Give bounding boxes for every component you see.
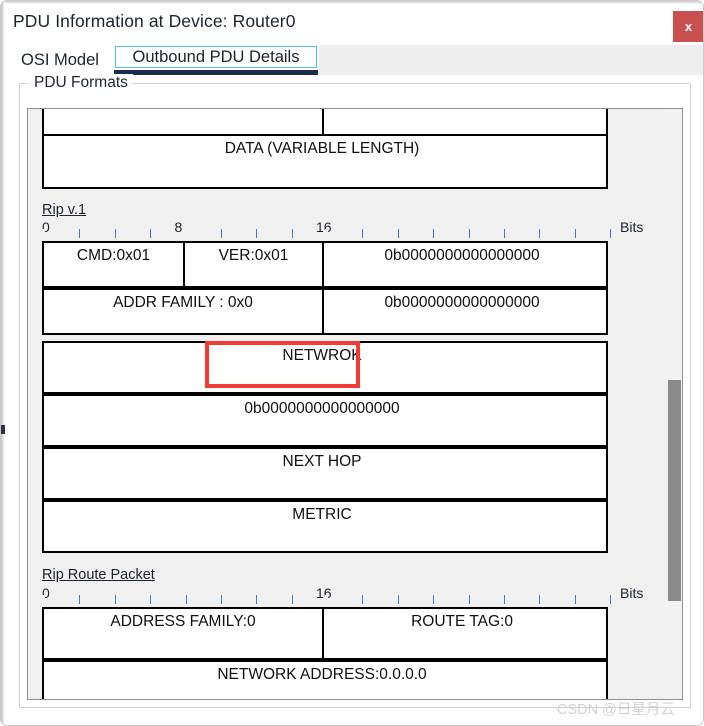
ruler-tick — [362, 229, 364, 238]
ruler-tick — [79, 595, 81, 604]
ruler-tick — [503, 595, 505, 604]
ruler-tick — [256, 595, 258, 604]
ruler-bits-label: Bits — [620, 219, 644, 235]
pdu-field-cell — [322, 109, 600, 136]
ruler-bits-label: Bits — [620, 585, 644, 601]
ruler-number-gap — [325, 229, 328, 238]
tab-outbound-pdu-details[interactable]: Outbound PDU Details — [113, 45, 319, 75]
ruler-tick — [433, 229, 435, 238]
ruler-tick — [185, 595, 187, 604]
ruler-tick — [220, 595, 222, 604]
ruler-tick — [291, 229, 293, 238]
pdu-field-cell: METRIC — [292, 506, 352, 523]
ruler-tick — [291, 595, 293, 604]
pdu-field-row: CMD:0x01 VER:0x01 0b0000000000000000 — [42, 241, 608, 288]
pdu-information-window: PDU Information at Device: Router0 x OSI… — [0, 0, 704, 726]
pdu-field-row: NETWORK ADDRESS:0.0.0.0 — [42, 660, 608, 699]
ruler-tick — [256, 229, 258, 238]
ruler-tick — [468, 595, 470, 604]
ruler-number-gap — [42, 595, 45, 604]
ruler-tick — [220, 229, 222, 238]
ruler-tick — [362, 595, 364, 604]
ruler-tick — [539, 595, 541, 604]
ruler-number-gap — [183, 229, 187, 238]
bit-ruler-rip-v1: 0 8 16 Bits — [42, 219, 668, 239]
pdu-field-row: METRIC — [42, 500, 608, 553]
pdu-field-cell: ADDR FAMILY : 0x0 — [113, 294, 253, 311]
section-label-rip-v1: Rip v.1 — [42, 202, 87, 218]
ruler-label-16: 16 — [316, 585, 332, 601]
pdu-field-cell: ROUTE TAG:0 — [322, 609, 600, 658]
ruler-tick — [433, 595, 435, 604]
ruler-tick — [539, 229, 541, 238]
ruler-tick — [114, 229, 116, 238]
pdu-field-cell — [44, 109, 322, 136]
ruler-tick — [574, 229, 576, 238]
pdu-field-cell: ADDRESS FAMILY:0 — [110, 613, 256, 630]
pdu-diagram-canvas: DATA (VARIABLE LENGTH) Rip v.1 0 8 16 Bits CMD… — [28, 109, 668, 699]
pdu-field-row: ADDRESS FAMILY:0 ROUTE TAG:0 — [42, 607, 608, 660]
ruler-tick — [468, 229, 470, 238]
pdu-formats-legend: PDU Formats — [29, 74, 133, 92]
pdu-field-cell: VER:0x01 — [183, 243, 322, 286]
window-title: PDU Information at Device: Router0 — [13, 11, 296, 31]
pdu-field-cell: 0b0000000000000000 — [322, 290, 600, 333]
bit-ruler-rip-route-packet: 0 16 Bits — [42, 585, 668, 605]
pdu-field-cell: NETWORK ADDRESS:0.0.0.0 — [217, 666, 427, 683]
pdu-field-row: NEXT HOP — [42, 447, 608, 500]
section-label-rip-route-packet: Rip Route Packet — [42, 567, 155, 583]
pdu-field-row: 0b0000000000000000 — [42, 394, 608, 447]
tab-osi-model-label: OSI Model — [21, 51, 99, 69]
pdu-field-cell: DATA (VARIABLE LENGTH) — [224, 140, 420, 157]
ruler-tick — [150, 595, 152, 604]
pdu-field-cell: NETWROK — [282, 347, 362, 364]
pdu-field-cell: NEXT HOP — [282, 453, 362, 470]
close-icon: x — [684, 19, 693, 34]
tab-strip-filler — [319, 45, 703, 75]
close-button[interactable]: x — [673, 11, 703, 42]
pdu-field-row: ADDR FAMILY : 0x0 0b0000000000000000 — [42, 288, 608, 335]
pdu-field-cell: 0b0000000000000000 — [244, 400, 400, 417]
window-left-bevel — [1, 1, 5, 725]
vertical-scrollbar-thumb[interactable] — [668, 380, 681, 601]
ruler-tick — [503, 229, 505, 238]
window-edge-marker — [1, 425, 5, 434]
window-titlebar: PDU Information at Device: Router0 x — [5, 4, 703, 44]
vertical-scrollbar[interactable] — [665, 109, 682, 699]
tab-outbound-pdu-details-label: Outbound PDU Details — [132, 47, 300, 66]
pdu-field-row: NETWROK — [42, 341, 608, 394]
tab-osi-model[interactable]: OSI Model — [13, 47, 107, 74]
pdu-field-cell: 0b0000000000000000 — [322, 243, 600, 286]
ruler-tick — [397, 595, 399, 604]
ruler-label-8: 8 — [174, 219, 183, 235]
ruler-tick — [610, 595, 611, 604]
ruler-number-gap — [325, 595, 328, 604]
ruler-number-gap — [42, 229, 45, 238]
ruler-label-16: 16 — [316, 219, 332, 235]
ruler-tick — [150, 229, 152, 238]
ruler-tick — [610, 229, 611, 238]
ruler-tick — [574, 595, 576, 604]
ruler-tick — [114, 595, 116, 604]
pdu-formats-scrollpane: DATA (VARIABLE LENGTH) Rip v.1 0 8 16 Bits CMD… — [27, 108, 683, 700]
tab-active-underline — [114, 70, 318, 75]
ruler-tick — [79, 229, 81, 238]
pdu-field-row: DATA (VARIABLE LENGTH) — [42, 134, 608, 189]
watermark: CSDN @日星月云 — [557, 702, 675, 718]
pdu-field-cell: CMD:0x01 — [76, 247, 151, 264]
ruler-tick — [397, 229, 399, 238]
